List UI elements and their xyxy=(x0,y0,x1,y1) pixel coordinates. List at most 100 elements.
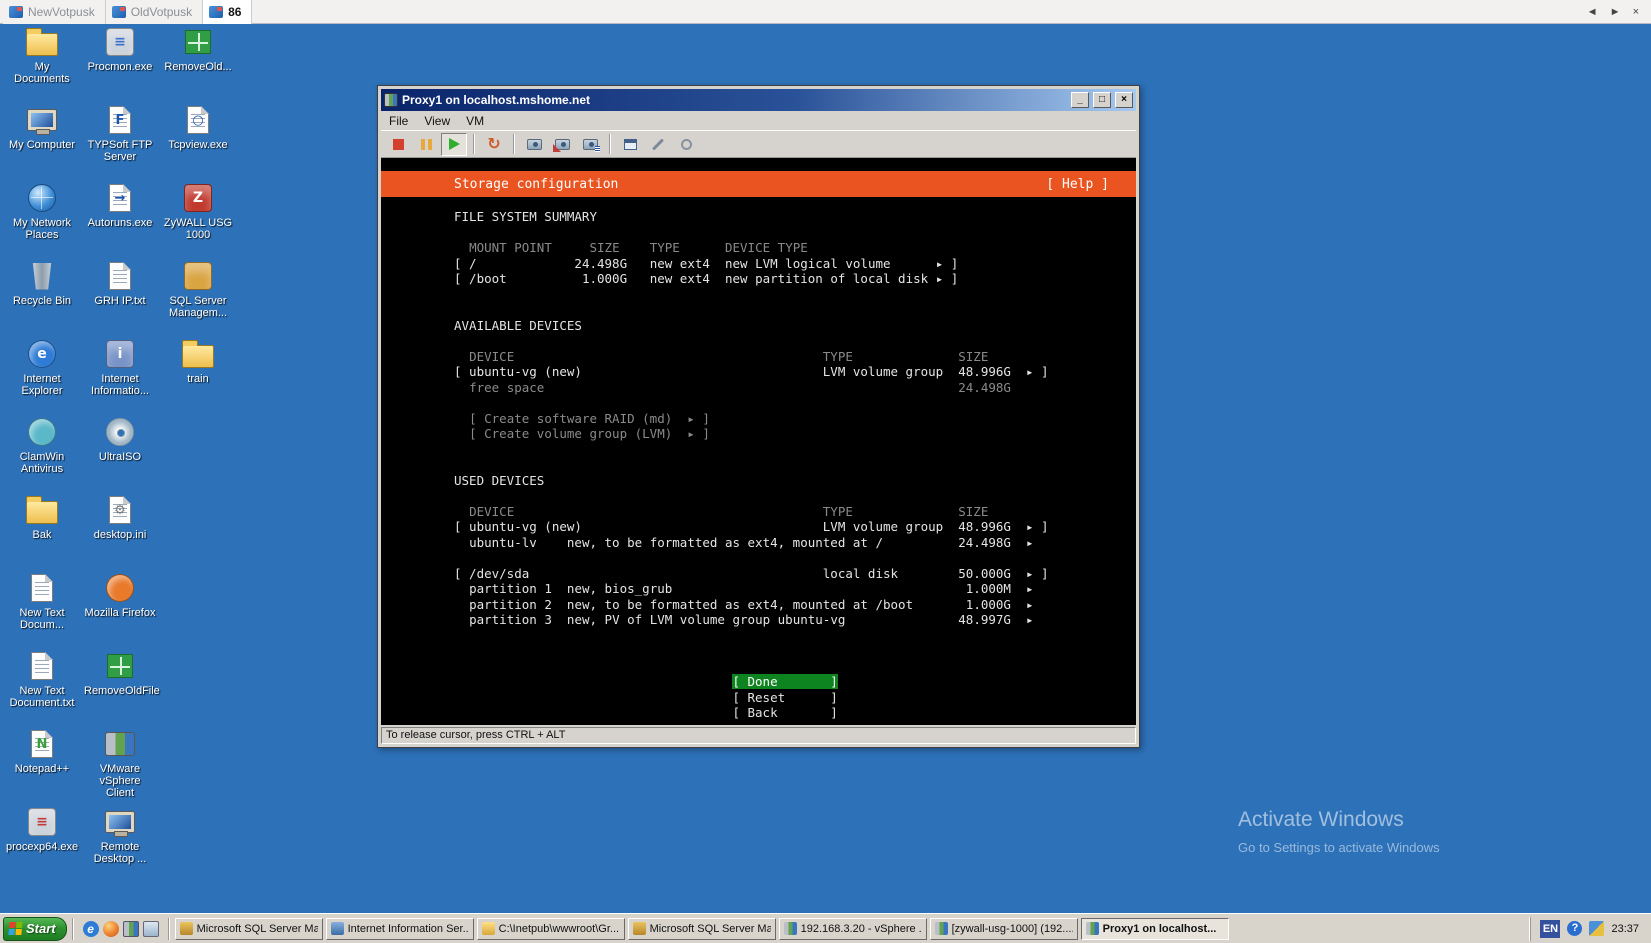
session-tab-oldvotpusk[interactable]: OldVotpusk xyxy=(105,0,204,24)
desktop-icon-my-network-places[interactable]: My Network Places xyxy=(6,182,78,241)
desktop-icon-procexp64-exe[interactable]: ≡ procexp64.exe xyxy=(6,806,78,853)
quicklaunch-firefox-icon[interactable] xyxy=(102,920,119,937)
back-button[interactable]: [ Back ] xyxy=(454,705,1136,721)
desktop-icon-bak[interactable]: Bak xyxy=(6,494,78,541)
taskbar-button-proxy1-on-localhost[interactable]: Proxy1 on localhost... xyxy=(1080,917,1229,940)
desktop-icon-desktop-ini[interactable]: ⚙ desktop.ini xyxy=(84,494,156,541)
tab-list: NewVotpusk OldVotpusk 86 xyxy=(3,0,253,24)
help-tray-icon[interactable]: ? xyxy=(1567,921,1583,936)
desktop-icon-new-text-document-txt[interactable]: New Text Document.txt xyxy=(6,650,78,709)
revert-snapshot-button[interactable] xyxy=(549,133,575,156)
desktop-icon-internet-informatio[interactable]: i Internet Informatio... xyxy=(84,338,156,397)
installer-title: Storage configuration xyxy=(454,176,619,192)
close-icon[interactable]: × xyxy=(1633,6,1639,18)
desktop-icon-label: My Computer xyxy=(8,139,76,151)
start-button[interactable]: Start xyxy=(3,916,67,941)
remote-session-icon xyxy=(209,5,224,18)
taskbar-button-label: 192.168.3.20 - vSphere ... xyxy=(800,922,922,935)
desktop-icon-my-computer[interactable]: My Computer xyxy=(6,104,78,151)
desktop-icon-vmware-vsphere-client[interactable]: VMware vSphere Client xyxy=(84,728,156,799)
desktop-icon-autoruns-exe[interactable]: → Autoruns.exe xyxy=(84,182,156,229)
snapshot-manager-button[interactable] xyxy=(577,133,603,156)
quicklaunch-internet-explorer-icon[interactable]: e xyxy=(82,920,99,937)
taskbar-button-192-168-3-20-vsphere[interactable]: 192.168.3.20 - vSphere ... xyxy=(778,917,927,940)
desktop-icon-removeoldfile[interactable]: RemoveOldFile xyxy=(84,650,160,697)
desktop-icon-tcpview-exe[interactable]: ○ Tcpview.exe xyxy=(162,104,234,151)
desktop-icon-typsoft-ftp-server[interactable]: F TYPSoft FTP Server xyxy=(84,104,156,163)
open-console-button[interactable] xyxy=(617,133,643,156)
maximize-button[interactable]: □ xyxy=(1093,92,1111,108)
power-on-button[interactable] xyxy=(441,132,467,156)
install-tools-button[interactable] xyxy=(673,133,699,156)
partition-1-row[interactable]: partition 1 new, bios_grub 1.000M ▸ xyxy=(454,581,1136,597)
power-off-button[interactable] xyxy=(385,133,411,156)
desktop-icon-train[interactable]: train xyxy=(162,338,234,385)
desktop-icon-zywall-usg-1000[interactable]: Z ZyWALL USG 1000 xyxy=(162,182,234,241)
menu-view[interactable]: View xyxy=(416,112,458,130)
taskbar-button-internet-information-ser[interactable]: Internet Information Ser... xyxy=(325,917,474,940)
console-icon xyxy=(623,138,637,150)
take-snapshot-button[interactable] xyxy=(521,133,547,156)
desktop-icon-grh-ip-txt[interactable]: GRH IP.txt xyxy=(84,260,156,307)
session-tab-label: 86 xyxy=(228,4,242,19)
partition-3-row[interactable]: partition 3 new, PV of LVM volume group … xyxy=(454,612,1136,628)
taskbar-button-microsoft-sql-server-ma[interactable]: Microsoft SQL Server Ma... xyxy=(174,917,323,940)
fs-row-root[interactable]: [ / 24.498G new ext4 new LVM logical vol… xyxy=(454,256,1136,272)
desktop-icon-ultraiso[interactable]: UltraISO xyxy=(84,416,156,463)
session-tab-86[interactable]: 86 xyxy=(203,0,253,24)
used-row-ubuntu-vg[interactable]: [ ubuntu-vg (new) LVM volume group 48.99… xyxy=(454,519,1136,535)
desktop-icon-removeold[interactable]: RemoveOld... xyxy=(162,26,234,73)
quicklaunch-vsphere-client-icon[interactable] xyxy=(122,920,139,937)
menu-vm[interactable]: VM xyxy=(458,112,492,130)
desktop-icon-new-text-docum[interactable]: New Text Docum... xyxy=(6,572,78,631)
desktop-icon-label: Autoruns.exe xyxy=(87,217,153,229)
taskbar-button-zywall-usg-1000-192[interactable]: [zywall-usg-1000] (192.... xyxy=(929,917,1078,940)
taskbar-button-c-inetpub-wwwroot-gr[interactable]: C:\Inetpub\wwwroot\Gr... xyxy=(476,917,625,940)
used-row-dev-sda[interactable]: [ /dev/sda local disk 50.000G ▸ ] xyxy=(454,566,1136,582)
forward-arrow-icon[interactable]: ► xyxy=(1610,6,1621,18)
create-software-raid-option[interactable]: [ Create software RAID (md) ▸ ] xyxy=(454,411,1136,427)
desktop-icon-remote-desktop[interactable]: Remote Desktop ... xyxy=(84,806,156,865)
desktop-icon-my-documents[interactable]: My Documents xyxy=(6,26,78,85)
desktop-icon-recycle-bin[interactable]: Recycle Bin xyxy=(6,260,78,307)
fs-row-boot[interactable]: [ /boot 1.000G new ext4 new partition of… xyxy=(454,271,1136,287)
desktop-icon-procmon-exe[interactable]: ≡ Procmon.exe xyxy=(84,26,156,73)
partition-2-row[interactable]: partition 2 new, to be formatted as ext4… xyxy=(454,597,1136,613)
snap-icon xyxy=(526,138,542,150)
back-arrow-icon[interactable]: ◄ xyxy=(1587,6,1598,18)
minimize-button[interactable]: _ xyxy=(1071,92,1089,108)
suspend-button[interactable] xyxy=(413,133,439,156)
reset-button[interactable]: [ Reset ] xyxy=(454,690,1136,706)
desktop-icon-sql-server-managem[interactable]: SQL Server Managem... xyxy=(162,260,234,319)
create-volume-group-option[interactable]: [ Create volume group (LVM) ▸ ] xyxy=(454,426,1136,442)
taskbar-button-microsoft-sql-server-ma[interactable]: Microsoft SQL Server Ma... xyxy=(627,917,776,940)
taskbar-button-label: Proxy1 on localhost... xyxy=(1102,922,1217,935)
language-indicator[interactable]: EN xyxy=(1540,919,1561,938)
desktop-icon-clamwin-antivirus[interactable]: ClamWin Antivirus xyxy=(6,416,78,475)
activate-windows-watermark: Activate Windows xyxy=(1238,808,1404,831)
quicklaunch-show-desktop-icon[interactable] xyxy=(142,920,159,937)
edit-settings-button[interactable] xyxy=(645,133,671,156)
desktop-icon-mozilla-firefox[interactable]: Mozilla Firefox xyxy=(84,572,156,619)
help-button[interactable]: [ Help ] xyxy=(1046,177,1109,192)
desktop-icon-notepad[interactable]: N Notepad++ xyxy=(6,728,78,775)
available-row-ubuntu-vg[interactable]: [ ubuntu-vg (new) LVM volume group 48.99… xyxy=(454,364,1136,380)
menu-file[interactable]: File xyxy=(381,112,416,130)
page-icon xyxy=(109,262,131,290)
reset-button[interactable]: ↻ xyxy=(481,133,507,156)
done-button[interactable]: [ Done ] xyxy=(454,674,1136,690)
used-row-ubuntu-lv[interactable]: ubuntu-lv new, to be formatted as ext4, … xyxy=(454,535,1136,551)
vm-console-screen[interactable]: Storage configuration [ Help ] FILE SYST… xyxy=(381,158,1136,725)
desktop-icon-label: GRH IP.txt xyxy=(94,295,146,307)
bin-icon xyxy=(32,262,52,290)
window-titlebar[interactable]: Proxy1 on localhost.mshome.net _ □ × xyxy=(381,89,1136,111)
taskbar-button-label: Microsoft SQL Server Ma... xyxy=(649,922,771,935)
desktop-icon-internet-explorer[interactable]: e Internet Explorer xyxy=(6,338,78,397)
security-tray-icon[interactable] xyxy=(1589,921,1605,936)
desktop-icon-label: UltraISO xyxy=(98,451,142,463)
system-tray: EN ? 23:37 xyxy=(1530,916,1648,941)
session-tab-newvotpusk[interactable]: NewVotpusk xyxy=(3,0,106,24)
close-button[interactable]: × xyxy=(1115,92,1133,108)
